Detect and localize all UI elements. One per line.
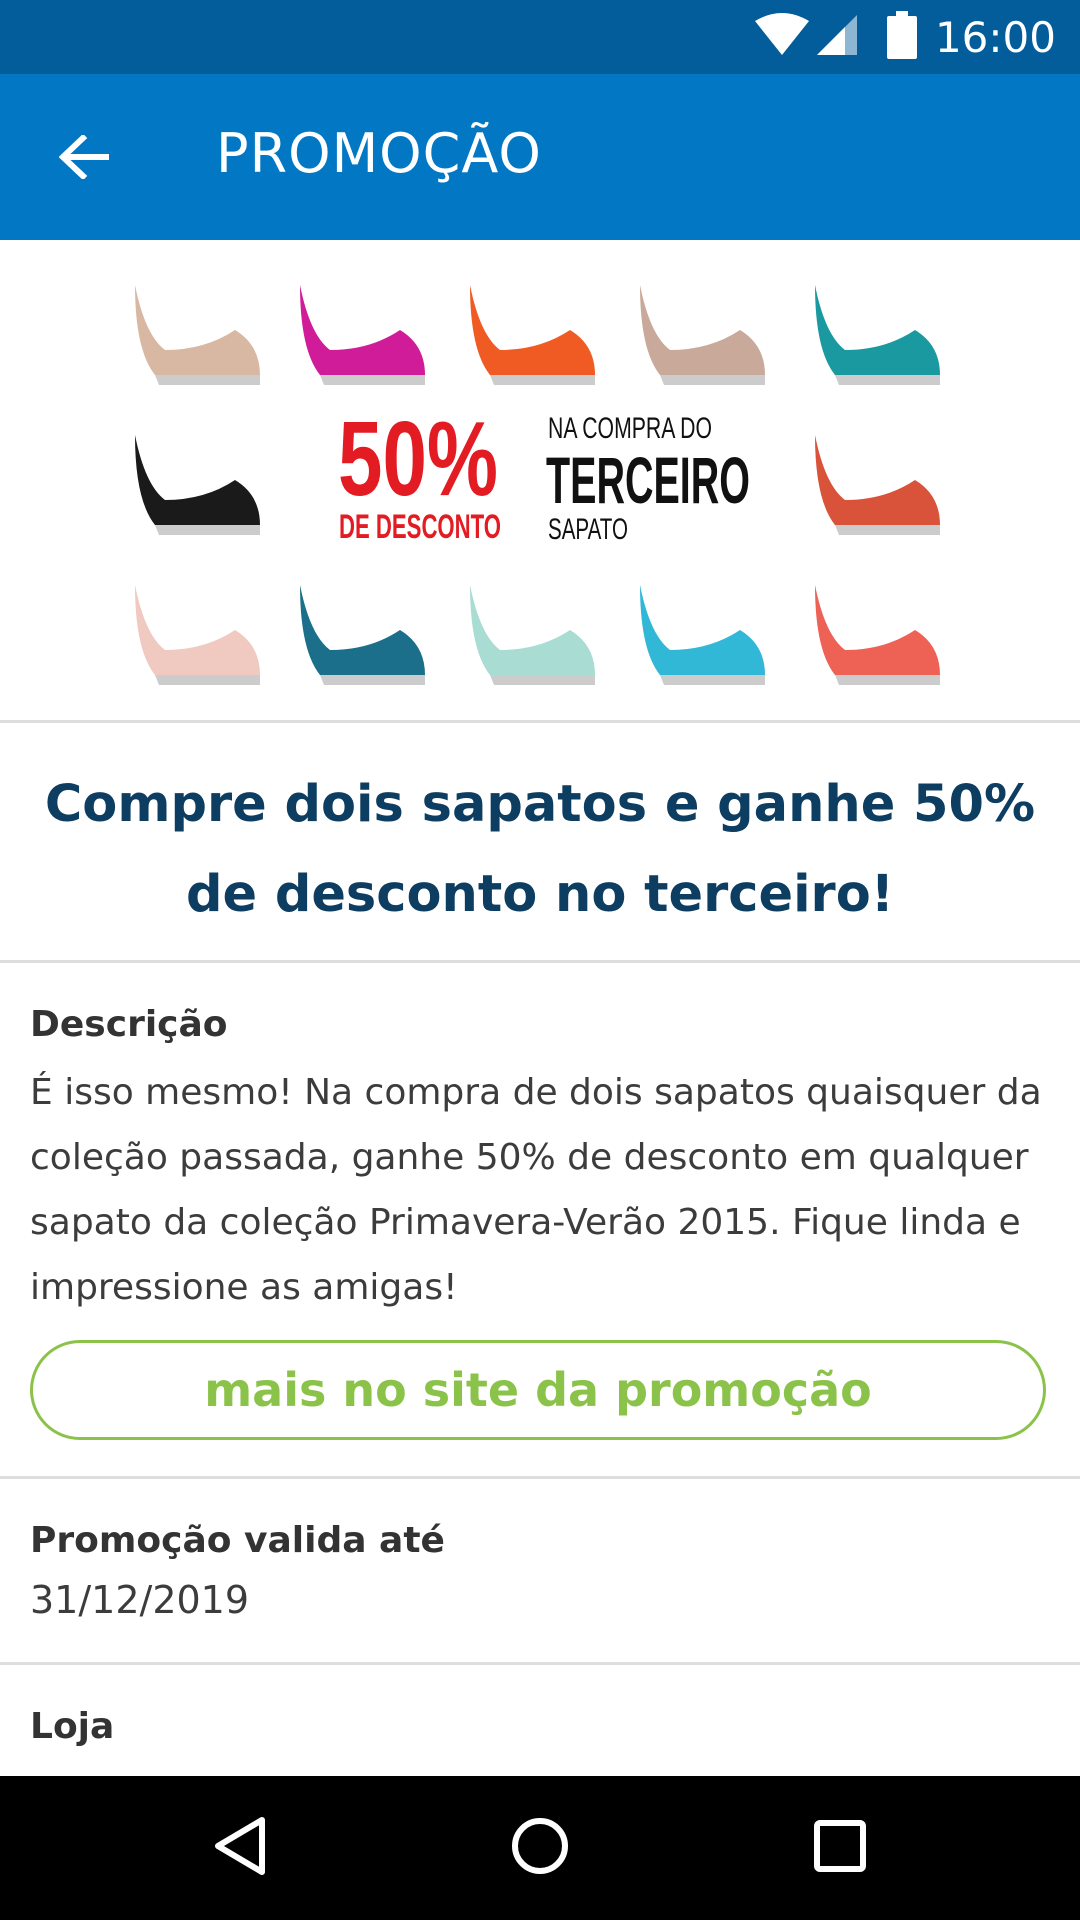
shoe-illustration [135, 585, 260, 685]
divider [0, 720, 1080, 723]
shoe-illustration [470, 285, 595, 385]
arrow-back-icon [58, 133, 110, 183]
shoe-illustration [300, 585, 425, 685]
cell-signal-icon [815, 13, 859, 61]
shoe-illustration [815, 285, 940, 385]
promo-headline: Compre dois sapatos e ganhe 50% de desco… [44, 775, 1036, 924]
nav-home-icon [510, 1816, 570, 1880]
banner-discount-label: DE DESCONTO [339, 508, 501, 546]
promo-site-button[interactable]: mais no site da promoção [30, 1340, 1046, 1440]
status-time: 16:00 [934, 12, 1056, 62]
shoe-illustrations [135, 285, 940, 685]
divider [0, 1662, 1080, 1665]
battery-icon [886, 11, 917, 63]
promo-banner-image: 50% DE DESCONTO NA COMPRA DO TERCEIRO SA… [0, 240, 1080, 720]
divider [0, 960, 1080, 963]
nav-recents-button[interactable] [800, 1808, 880, 1888]
banner-line1: NA COMPRA DO [548, 412, 712, 445]
status-icons: 16:00 [753, 0, 1080, 74]
nav-back-button[interactable] [200, 1808, 280, 1888]
shoe-illustration [300, 285, 425, 385]
description-label: Descrição [30, 1004, 228, 1045]
app-bar: PROMOÇÃO [0, 74, 1080, 240]
shoe-illustration [815, 435, 940, 535]
banner-line2: TERCEIRO [546, 443, 750, 517]
nav-recents-icon [813, 1819, 867, 1877]
wifi-icon [753, 13, 811, 61]
shoe-illustration [135, 435, 260, 535]
page-title: PROMOÇÃO [216, 122, 542, 185]
divider [0, 1476, 1080, 1479]
banner-line3: SAPATO [548, 513, 628, 546]
back-button[interactable] [52, 127, 116, 191]
shoe-illustration [815, 585, 940, 685]
system-nav-bar [0, 1776, 1080, 1920]
status-bar: 16:00 [0, 0, 1080, 74]
validity-label: Promoção valida até [30, 1520, 445, 1561]
description-text: É isso mesmo! Na compra de dois sapatos … [30, 1072, 1042, 1308]
banner-discount: 50% [338, 400, 498, 518]
shoe-illustration [470, 585, 595, 685]
store-label: Loja [30, 1706, 115, 1747]
nav-home-button[interactable] [500, 1808, 580, 1888]
nav-back-icon [210, 1814, 270, 1882]
validity-date: 31/12/2019 [30, 1578, 250, 1622]
shoe-illustration [640, 285, 765, 385]
shoe-illustration [640, 585, 765, 685]
shoe-illustration [135, 285, 260, 385]
